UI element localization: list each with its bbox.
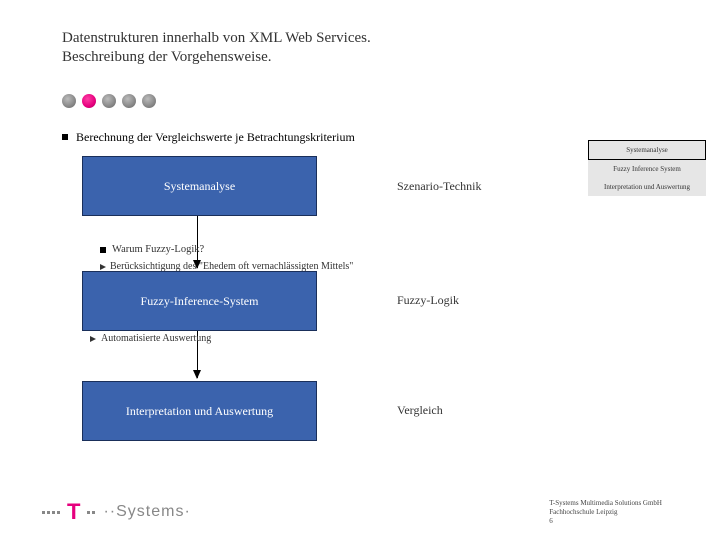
flow-diagram: Systemanalyse Warum Fuzzy-Logik? Berücks… bbox=[62, 151, 658, 411]
progress-dot bbox=[142, 94, 156, 108]
square-bullet-icon bbox=[100, 247, 106, 253]
slide-subtitle: Beschreibung der Vorgehensweise. bbox=[62, 49, 658, 66]
progress-dots bbox=[0, 76, 720, 108]
sub-bullet-text: Automatisierte Auswertung bbox=[101, 333, 211, 344]
bullet-row: Berechnung der Vergleichswerte je Betrac… bbox=[62, 130, 658, 145]
flow-box-systemanalyse: Systemanalyse bbox=[82, 156, 317, 216]
slide-content: Berechnung der Vergleichswerte je Betrac… bbox=[0, 108, 720, 411]
progress-dot bbox=[62, 94, 76, 108]
logo-dots-left bbox=[42, 511, 60, 514]
sub-bullet-row: Automatisierte Auswertung bbox=[90, 333, 211, 344]
flow-label-szenario: Szenario-Technik bbox=[397, 179, 481, 194]
progress-dot bbox=[122, 94, 136, 108]
square-bullet-icon bbox=[62, 134, 68, 140]
flow-label-vergleich: Vergleich bbox=[397, 403, 443, 418]
footer-meta: T-Systems Multimedia Solutions GmbH Fach… bbox=[549, 499, 662, 526]
brand-logo: T ··Systems· bbox=[42, 499, 191, 525]
slide-header: Datenstrukturen innerhalb von XML Web Se… bbox=[0, 0, 720, 76]
footer-company: T-Systems Multimedia Solutions GmbH bbox=[549, 499, 662, 508]
progress-dot bbox=[102, 94, 116, 108]
footer-page-number: 6 bbox=[549, 517, 662, 526]
flow-box-fis: Fuzzy-Inference-System bbox=[82, 271, 317, 331]
flow-box-interpretation: Interpretation und Auswertung bbox=[82, 381, 317, 441]
flow-label-fuzzy: Fuzzy-Logik bbox=[397, 293, 459, 308]
triangle-bullet-icon bbox=[90, 336, 96, 342]
logo-text: ··Systems· bbox=[103, 503, 190, 521]
logo-dots-right bbox=[87, 511, 95, 514]
bullet-text: Berechnung der Vergleichswerte je Betrac… bbox=[76, 130, 355, 145]
slide-title: Datenstrukturen innerhalb von XML Web Se… bbox=[62, 28, 658, 48]
footer-school: Fachhochschule Leipzig bbox=[549, 508, 662, 517]
triangle-bullet-icon bbox=[100, 264, 106, 270]
logo-t-icon: T bbox=[67, 499, 80, 525]
slide-footer: T ··Systems· T-Systems Multimedia Soluti… bbox=[0, 499, 720, 526]
progress-dot-active bbox=[82, 94, 96, 108]
bullet-row: Warum Fuzzy-Logik? bbox=[100, 244, 204, 255]
bullet-text: Warum Fuzzy-Logik? bbox=[112, 244, 204, 255]
